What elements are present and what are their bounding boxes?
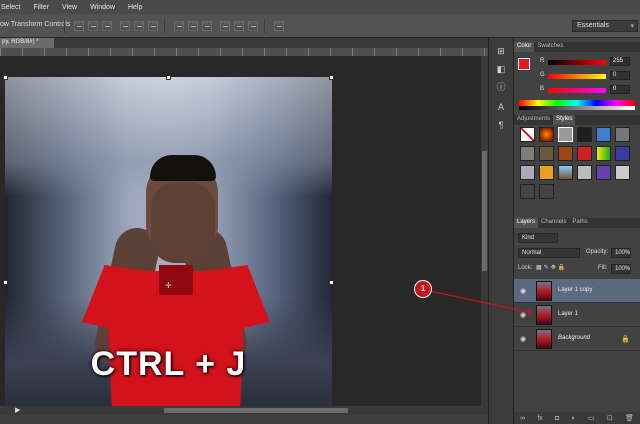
- step-number-badge: 1: [414, 280, 432, 298]
- callout-arrow: [429, 290, 531, 314]
